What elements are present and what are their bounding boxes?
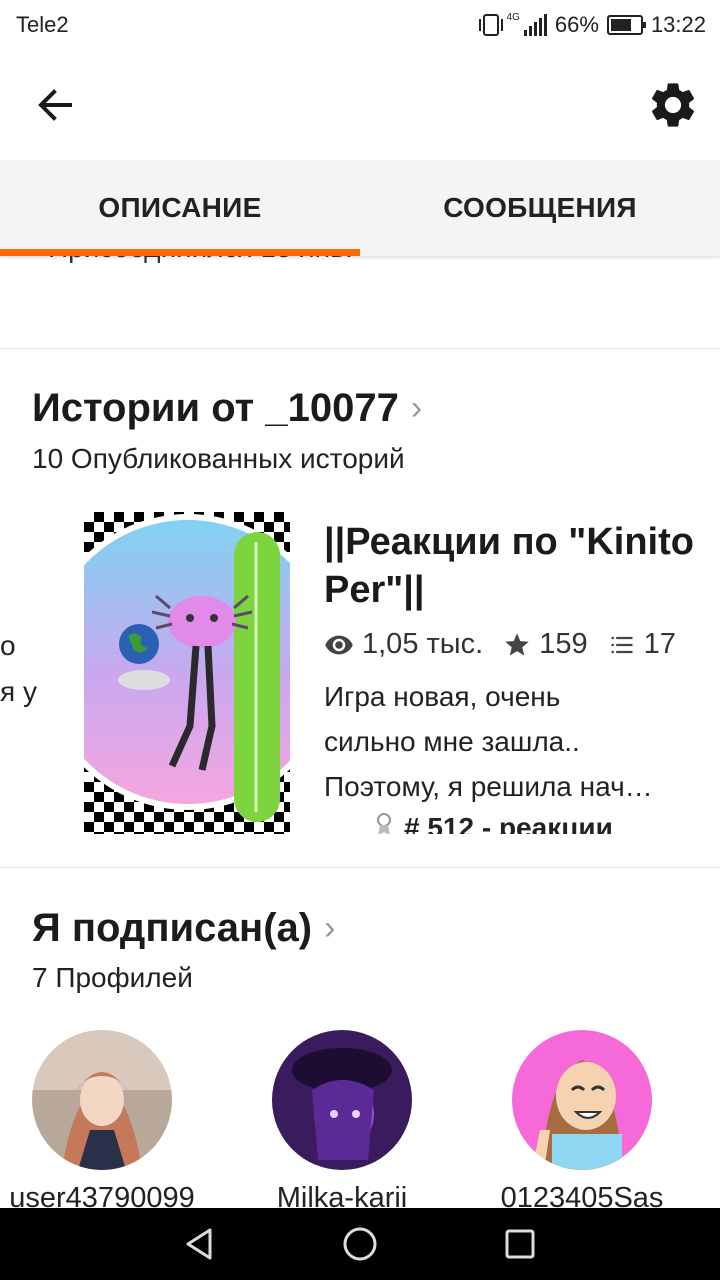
story-cover-image (84, 512, 290, 834)
settings-button[interactable] (646, 78, 700, 132)
votes-stat: 159 (503, 628, 588, 661)
eye-icon (325, 635, 353, 654)
status-icons: 4G 66% 13:22 (478, 11, 706, 38)
star-icon (505, 632, 529, 655)
back-button[interactable] (30, 80, 80, 130)
votes-count: 159 (539, 628, 588, 660)
avatar (272, 1030, 412, 1170)
status-bar: Tele2 4G 66% 13:22 (0, 0, 720, 50)
rank-tag[interactable]: # 512 - реакции (374, 812, 613, 834)
triangle-back-icon (186, 1228, 212, 1260)
following-header-link[interactable]: Я подписан(а) › (32, 906, 335, 951)
tab-bar: ОПИСАНИЕ СООБЩЕНИЯ (0, 160, 720, 256)
clock: 13:22 (650, 12, 706, 37)
toolbar (0, 50, 720, 160)
following-count: 7 Профилей (32, 962, 193, 993)
description-line: Поэтому, я решила нач… (324, 771, 653, 802)
ribbon-icon (377, 813, 391, 834)
rank-tag-label: # 512 - реакции (404, 812, 613, 834)
tab-description[interactable]: ОПИСАНИЕ (0, 160, 360, 256)
avatar (512, 1030, 652, 1170)
tab-messages[interactable]: СООБЩЕНИЯ (360, 160, 720, 256)
signal-icon (523, 14, 547, 36)
prev-card-line: я у (0, 676, 37, 707)
profile-item[interactable]: 0123405Sas (472, 1030, 692, 1215)
story-title[interactable]: ||Реакции по "Kinito Per"|| (324, 518, 704, 614)
system-nav-bar (0, 1208, 720, 1280)
circle-home-icon (343, 1227, 377, 1261)
views-stat: 1,05 тыс. (324, 628, 483, 661)
stories-header-link[interactable]: Истории от _10077 › (32, 386, 422, 431)
square-recents-icon (505, 1229, 535, 1259)
description-line: Игра новая, очень (324, 681, 561, 712)
parts-count: 17 (643, 628, 676, 660)
network-label: 4G (506, 11, 520, 23)
vibrate-icon (478, 14, 503, 36)
arrow-left-icon (38, 89, 72, 121)
battery-percent: 66% (554, 12, 599, 37)
avatar (32, 1030, 172, 1170)
battery-icon (606, 15, 646, 35)
chevron-right-icon: › (324, 909, 336, 947)
views-count: 1,05 тыс. (362, 628, 484, 660)
following-title: Я подписан(а) (32, 906, 313, 950)
list-icon (611, 636, 633, 653)
nav-recents-button[interactable] (498, 1222, 542, 1266)
nav-home-button[interactable] (338, 1222, 382, 1266)
profile-item[interactable]: Milka-karii (232, 1030, 452, 1215)
story-stats: 1,05 тыс. 159 17 (324, 628, 696, 661)
stories-title: Истории от _10077 (32, 386, 399, 430)
divider (0, 867, 720, 868)
story-cover[interactable] (84, 512, 290, 834)
description-line: сильно мне зашла.. (324, 726, 580, 757)
stories-count: 10 Опубликованных историй (32, 443, 405, 474)
profile-item[interactable]: user43790099 (0, 1030, 212, 1215)
chevron-right-icon: › (410, 389, 423, 427)
divider (0, 348, 720, 349)
gear-icon (651, 83, 695, 127)
prev-card-line: о (0, 630, 16, 661)
story-description: Игра новая, очень сильно мне зашла.. Поэ… (324, 674, 694, 809)
nav-back-button[interactable] (178, 1222, 222, 1266)
carrier-label: Tele2 (16, 12, 69, 37)
parts-stat: 17 (608, 628, 676, 661)
